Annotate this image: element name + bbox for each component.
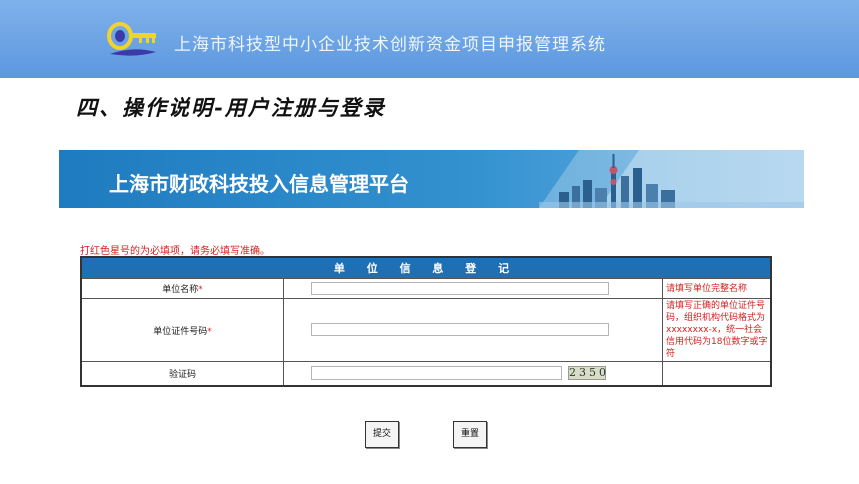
- platform-title: 上海市财政科技投入信息管理平台: [109, 172, 409, 196]
- company-name-input[interactable]: [311, 281, 609, 295]
- company-name-label-text: 单位名称: [162, 285, 199, 295]
- company-name-cell: [283, 278, 663, 299]
- captcha-cell: 2350: [283, 361, 663, 386]
- captcha-label: 验证码: [80, 361, 284, 386]
- app-title: 上海市科技型中小企业技术创新资金项目申报管理系统: [174, 35, 606, 55]
- slide-heading: 四、操作说明-用户注册与登录: [76, 95, 386, 120]
- key-logo-icon: [107, 22, 156, 56]
- app-header: 上海市科技型中小企业技术创新资金项目申报管理系统: [0, 0, 859, 78]
- company-name-label: 单位名称*: [80, 278, 284, 299]
- form-row-company-id: 单位证件号码* 请填写正确的单位证件号码，组织机构代码格式为xxxxxxxx-x…: [80, 298, 772, 362]
- registration-form: 单 位 信 息 登 记 单位名称* 请填写单位完整名称 单位证件号码* 请填写正…: [80, 256, 772, 387]
- company-id-label: 单位证件号码*: [80, 298, 284, 362]
- form-row-company-name: 单位名称* 请填写单位完整名称: [80, 278, 772, 299]
- captcha-hint: [662, 361, 772, 386]
- required-asterisk: *: [198, 285, 203, 295]
- reset-button[interactable]: 重置: [453, 421, 487, 448]
- captcha-image[interactable]: 2350: [568, 366, 606, 381]
- required-note: 打红色星号的为必填项，请务必填写准确。: [80, 246, 270, 257]
- submit-button[interactable]: 提交: [365, 421, 399, 448]
- captcha-group: 2350: [311, 366, 661, 381]
- form-row-captcha: 验证码 2350: [80, 361, 772, 386]
- company-id-cell: [283, 298, 663, 362]
- city-skyline-image: [539, 150, 804, 208]
- captcha-input[interactable]: [311, 366, 562, 381]
- required-asterisk: *: [207, 326, 212, 337]
- company-id-hint: 请填写正确的单位证件号码，组织机构代码格式为xxxxxxxx-x，统一社会信用代…: [662, 298, 772, 362]
- company-name-hint: 请填写单位完整名称: [662, 278, 772, 299]
- company-id-label-text: 单位证件号码: [153, 326, 208, 337]
- company-id-input[interactable]: [311, 323, 609, 336]
- platform-banner: 上海市财政科技投入信息管理平台: [59, 150, 804, 208]
- form-title: 单 位 信 息 登 记: [80, 256, 772, 279]
